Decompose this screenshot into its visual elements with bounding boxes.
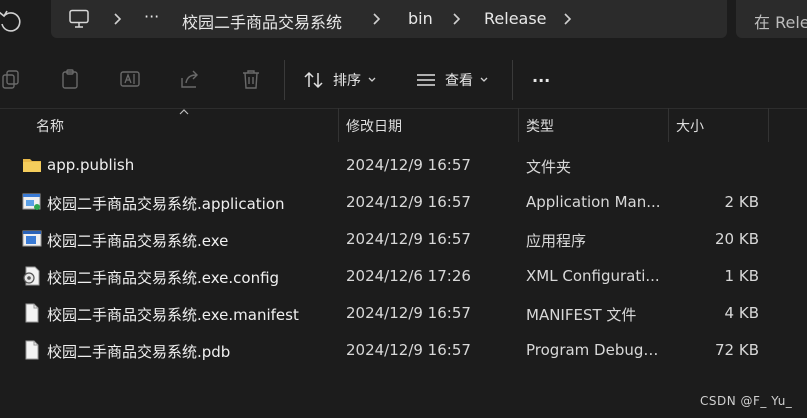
file-type: 文件夹 [526, 158, 572, 176]
view-label: 查看 [445, 73, 473, 89]
view-button[interactable]: 查看 [415, 68, 489, 92]
chevron-right-icon[interactable] [111, 10, 125, 28]
file-row[interactable]: 校园二手商品交易系统.exe.manifest 2024/12/9 16:57 … [0, 294, 807, 331]
column-header-row: 名称 修改日期 类型 大小 [0, 108, 807, 142]
toolbar-divider [284, 60, 285, 100]
sort-indicator-icon [179, 109, 189, 115]
chevron-right-icon[interactable] [561, 10, 575, 28]
breadcrumb-project[interactable]: 校园二手商品交易系统 [182, 9, 342, 33]
file-size: 72 KB [715, 341, 759, 359]
chevron-right-icon[interactable] [450, 10, 464, 28]
file-row[interactable]: 校园二手商品交易系统.application 2024/12/9 16:57 A… [0, 183, 807, 220]
breadcrumb-bin[interactable]: bin [408, 9, 433, 28]
file-name: 校园二手商品交易系统.exe.manifest [47, 306, 299, 324]
folder-icon [22, 155, 42, 175]
sort-icon [303, 69, 325, 91]
column-header-name[interactable]: 名称 [36, 116, 64, 136]
column-divider[interactable] [518, 108, 519, 142]
file-date: 2024/12/9 16:57 [346, 193, 471, 211]
exe-icon [22, 229, 42, 249]
column-divider[interactable] [768, 108, 769, 142]
share-icon[interactable] [179, 68, 201, 90]
config-file-icon [22, 266, 42, 286]
copy-icon[interactable] [0, 68, 22, 90]
file-type: Program Debug ... [526, 341, 662, 359]
file-name: 校园二手商品交易系统.application [47, 195, 285, 213]
file-icon [22, 340, 42, 360]
column-header-size[interactable]: 大小 [676, 116, 704, 136]
this-pc-icon[interactable] [68, 9, 90, 29]
rename-icon[interactable] [119, 68, 141, 90]
file-type: Application Man... [526, 193, 661, 211]
chevron-down-icon [367, 76, 377, 84]
column-header-date[interactable]: 修改日期 [346, 116, 402, 136]
search-placeholder: 在 Rele [754, 13, 807, 32]
sort-label: 排序 [333, 73, 361, 89]
file-type: XML Configurati... [526, 267, 660, 285]
file-size: 2 KB [724, 193, 759, 211]
address-row: ··· 校园二手商品交易系统 bin Release 在 Rele [0, 0, 807, 48]
application-manifest-icon [22, 192, 42, 212]
file-name: 校园二手商品交易系统.exe.config [47, 269, 280, 287]
file-date: 2024/12/9 16:57 [346, 341, 471, 359]
file-date: 2024/12/9 16:57 [346, 304, 471, 322]
chevron-right-icon[interactable] [370, 10, 384, 28]
breadcrumb-overflow[interactable]: ··· [144, 7, 159, 26]
watermark: CSDN @F_ Yu_ [700, 394, 793, 408]
file-date: 2024/12/6 17:26 [346, 267, 471, 285]
file-row[interactable]: app.publish 2024/12/9 16:57 文件夹 [0, 146, 807, 183]
toolbar-divider [512, 60, 513, 100]
delete-icon[interactable] [240, 68, 262, 90]
more-options-button[interactable]: ··· [532, 68, 550, 92]
file-type: MANIFEST 文件 [526, 306, 637, 324]
file-size: 1 KB [724, 267, 759, 285]
file-row[interactable]: 校园二手商品交易系统.exe.config 2024/12/6 17:26 XM… [0, 257, 807, 294]
column-divider[interactable] [338, 108, 339, 142]
file-size: 4 KB [724, 304, 759, 322]
file-date: 2024/12/9 16:57 [346, 156, 471, 174]
file-name: app.publish [47, 156, 135, 174]
sort-button[interactable]: 排序 [303, 68, 377, 92]
search-input[interactable]: 在 Rele [736, 0, 807, 38]
view-icon [415, 69, 437, 91]
column-header-type[interactable]: 类型 [526, 116, 554, 136]
column-divider[interactable] [668, 108, 669, 142]
more-icon: ··· [532, 70, 551, 90]
file-row[interactable]: 校园二手商品交易系统.pdb 2024/12/9 16:57 Program D… [0, 331, 807, 368]
file-name: 校园二手商品交易系统.exe [47, 232, 229, 250]
file-row[interactable]: 校园二手商品交易系统.exe 2024/12/9 16:57 应用程序 20 K… [0, 220, 807, 257]
file-date: 2024/12/9 16:57 [346, 230, 471, 248]
address-bar[interactable]: ··· 校园二手商品交易系统 bin Release [51, 0, 727, 38]
file-icon [22, 303, 42, 323]
file-name: 校园二手商品交易系统.pdb [47, 343, 231, 361]
paste-icon[interactable] [59, 68, 81, 90]
chevron-down-icon [479, 76, 489, 84]
command-bar: 排序 查看 ··· [0, 50, 807, 109]
file-size: 20 KB [715, 230, 759, 248]
refresh-icon[interactable] [0, 8, 30, 34]
breadcrumb-release[interactable]: Release [484, 9, 547, 28]
file-type: 应用程序 [526, 232, 587, 250]
